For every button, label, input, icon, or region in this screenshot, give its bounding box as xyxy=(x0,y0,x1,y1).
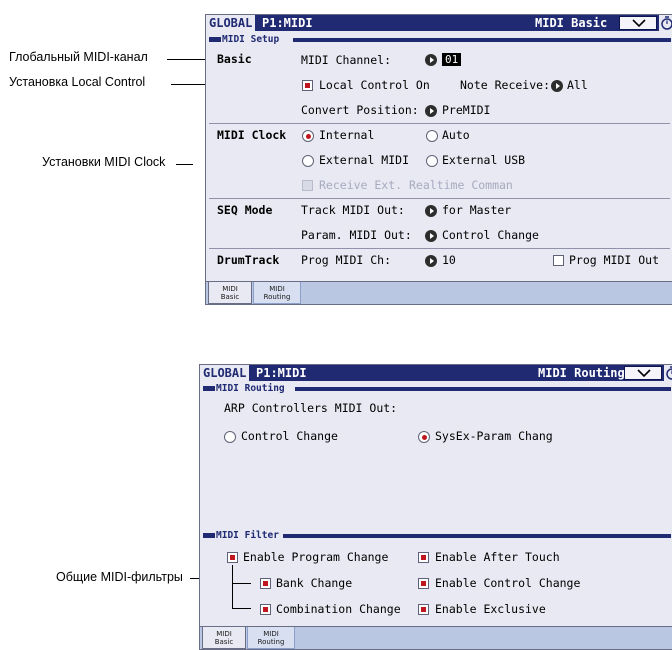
callout-global-channel: Глобальный MIDI-канал xyxy=(9,50,148,64)
midi-channel-popup[interactable] xyxy=(425,54,437,66)
track-midi-out-value[interactable]: for Master xyxy=(442,203,511,217)
filter-label: Enable Exclusive xyxy=(435,602,546,616)
drumtrack-label: DrumTrack xyxy=(217,253,280,267)
page-label: P1:MIDI xyxy=(256,366,307,380)
chevron-down-icon xyxy=(637,369,651,378)
page-name: MIDI Routing xyxy=(538,366,625,380)
tree-line xyxy=(232,565,233,608)
arp-option-label: Control Change xyxy=(241,429,338,443)
note-receive-label: Note Receive: xyxy=(460,78,551,92)
arp-control-change-radio[interactable] xyxy=(224,431,236,443)
tab-midi-routing[interactable]: MIDI Routing xyxy=(253,282,301,304)
clock-internal-radio[interactable] xyxy=(302,130,314,142)
filter-label: Combination Change xyxy=(276,602,401,616)
page-label: P1:MIDI xyxy=(262,16,313,30)
convert-position-value[interactable]: PreMIDI xyxy=(442,103,490,117)
tab-midi-basic[interactable]: MIDI Basic xyxy=(208,282,252,304)
prog-midi-out-checkbox[interactable] xyxy=(553,255,564,266)
arp-controllers-label: ARP Controllers MIDI Out: xyxy=(224,401,398,415)
prog-midi-ch-label: Prog MIDI Ch: xyxy=(301,253,392,267)
note-receive-popup[interactable] xyxy=(551,80,563,92)
clock-option-label: External USB xyxy=(442,153,526,167)
midi-clock-label: MIDI Clock xyxy=(217,128,287,142)
divider xyxy=(209,198,670,199)
divider xyxy=(209,123,670,124)
leader-line xyxy=(176,164,193,165)
tab-midi-basic[interactable]: MIDI Basic xyxy=(202,627,246,649)
bank-change-checkbox[interactable] xyxy=(260,578,271,589)
chevron-down-icon xyxy=(632,19,646,28)
clock-external-midi-radio[interactable] xyxy=(302,155,314,167)
callout-local-control: Установка Local Control xyxy=(9,75,146,89)
clock-option-label: Internal xyxy=(319,128,375,142)
enable-after-touch-checkbox[interactable] xyxy=(418,552,429,563)
tab-midi-routing[interactable]: MIDI Routing xyxy=(247,627,295,649)
enable-program-change-checkbox[interactable] xyxy=(227,552,238,563)
callout-midi-clock: Установки MIDI Clock xyxy=(42,155,166,169)
local-control-label: Local Control On xyxy=(319,78,430,92)
filter-label: Enable Control Change xyxy=(435,576,581,590)
section-header-midi-routing: MIDI Routing xyxy=(203,383,671,394)
title-bar: GLOBAL P1:MIDI MIDI Basic xyxy=(206,15,672,31)
enable-control-change-checkbox[interactable] xyxy=(418,578,429,589)
track-midi-out-popup[interactable] xyxy=(425,205,437,217)
page-menu-button[interactable] xyxy=(619,16,657,30)
section-header-midi-setup: MIDI Setup xyxy=(209,34,671,45)
clock-icon xyxy=(664,365,672,381)
midi-basic-screen: GLOBAL P1:MIDI MIDI Basic MIDI Setup Bas… xyxy=(205,14,672,305)
title-bar: GLOBAL P1:MIDI MIDI Routing xyxy=(200,365,672,381)
filter-label: Bank Change xyxy=(276,576,353,590)
mode-label: GLOBAL xyxy=(200,365,250,381)
arp-sysex-radio[interactable] xyxy=(418,431,430,443)
tree-line xyxy=(232,583,251,584)
convert-position-popup[interactable] xyxy=(425,105,437,117)
receive-ext-realtime-label: Receive Ext. Realtime Comman xyxy=(319,178,513,192)
clock-option-label: External MIDI xyxy=(319,153,410,167)
callout-midi-filters: Общие MIDI-фильтры xyxy=(56,570,183,584)
midi-channel-value[interactable]: 01 xyxy=(442,53,462,66)
prog-midi-out-label: Prog MIDI Out xyxy=(569,253,660,267)
prog-midi-ch-popup[interactable] xyxy=(425,255,437,267)
tab-bar: MIDI Basic MIDI Routing xyxy=(206,281,672,304)
tree-line xyxy=(232,608,251,609)
convert-position-label: Convert Position: xyxy=(301,103,419,117)
enable-exclusive-checkbox[interactable] xyxy=(418,604,429,615)
param-midi-out-label: Param. MIDI Out: xyxy=(301,228,412,242)
clock-icon xyxy=(659,15,672,31)
filter-label: Enable After Touch xyxy=(435,550,560,564)
section-header-midi-filter: MIDI Filter xyxy=(203,530,671,541)
divider xyxy=(209,248,670,249)
param-midi-out-popup[interactable] xyxy=(425,230,437,242)
clock-external-usb-radio[interactable] xyxy=(426,155,438,167)
page-menu-button[interactable] xyxy=(624,366,662,380)
midi-channel-label: MIDI Channel: xyxy=(301,53,392,67)
combination-change-checkbox[interactable] xyxy=(260,604,271,615)
track-midi-out-label: Track MIDI Out: xyxy=(301,203,405,217)
midi-routing-screen: GLOBAL P1:MIDI MIDI Routing MIDI Routing… xyxy=(199,364,672,650)
receive-ext-realtime-checkbox[interactable] xyxy=(302,180,313,191)
clock-auto-radio[interactable] xyxy=(426,130,438,142)
basic-label: Basic xyxy=(217,52,252,66)
prog-midi-ch-value[interactable]: 10 xyxy=(442,253,456,267)
param-midi-out-value[interactable]: Control Change xyxy=(442,228,539,242)
page-name: MIDI Basic xyxy=(535,16,608,30)
local-control-checkbox[interactable] xyxy=(302,80,313,91)
filter-label: Enable Program Change xyxy=(243,550,389,564)
note-receive-value[interactable]: All xyxy=(567,78,588,92)
clock-option-label: Auto xyxy=(442,128,470,142)
seq-mode-label: SEQ Mode xyxy=(217,203,273,217)
tab-bar: MIDI Basic MIDI Routing xyxy=(200,626,672,649)
arp-option-label: SysEx-Param Chang xyxy=(435,429,553,443)
mode-label: GLOBAL xyxy=(206,15,256,31)
